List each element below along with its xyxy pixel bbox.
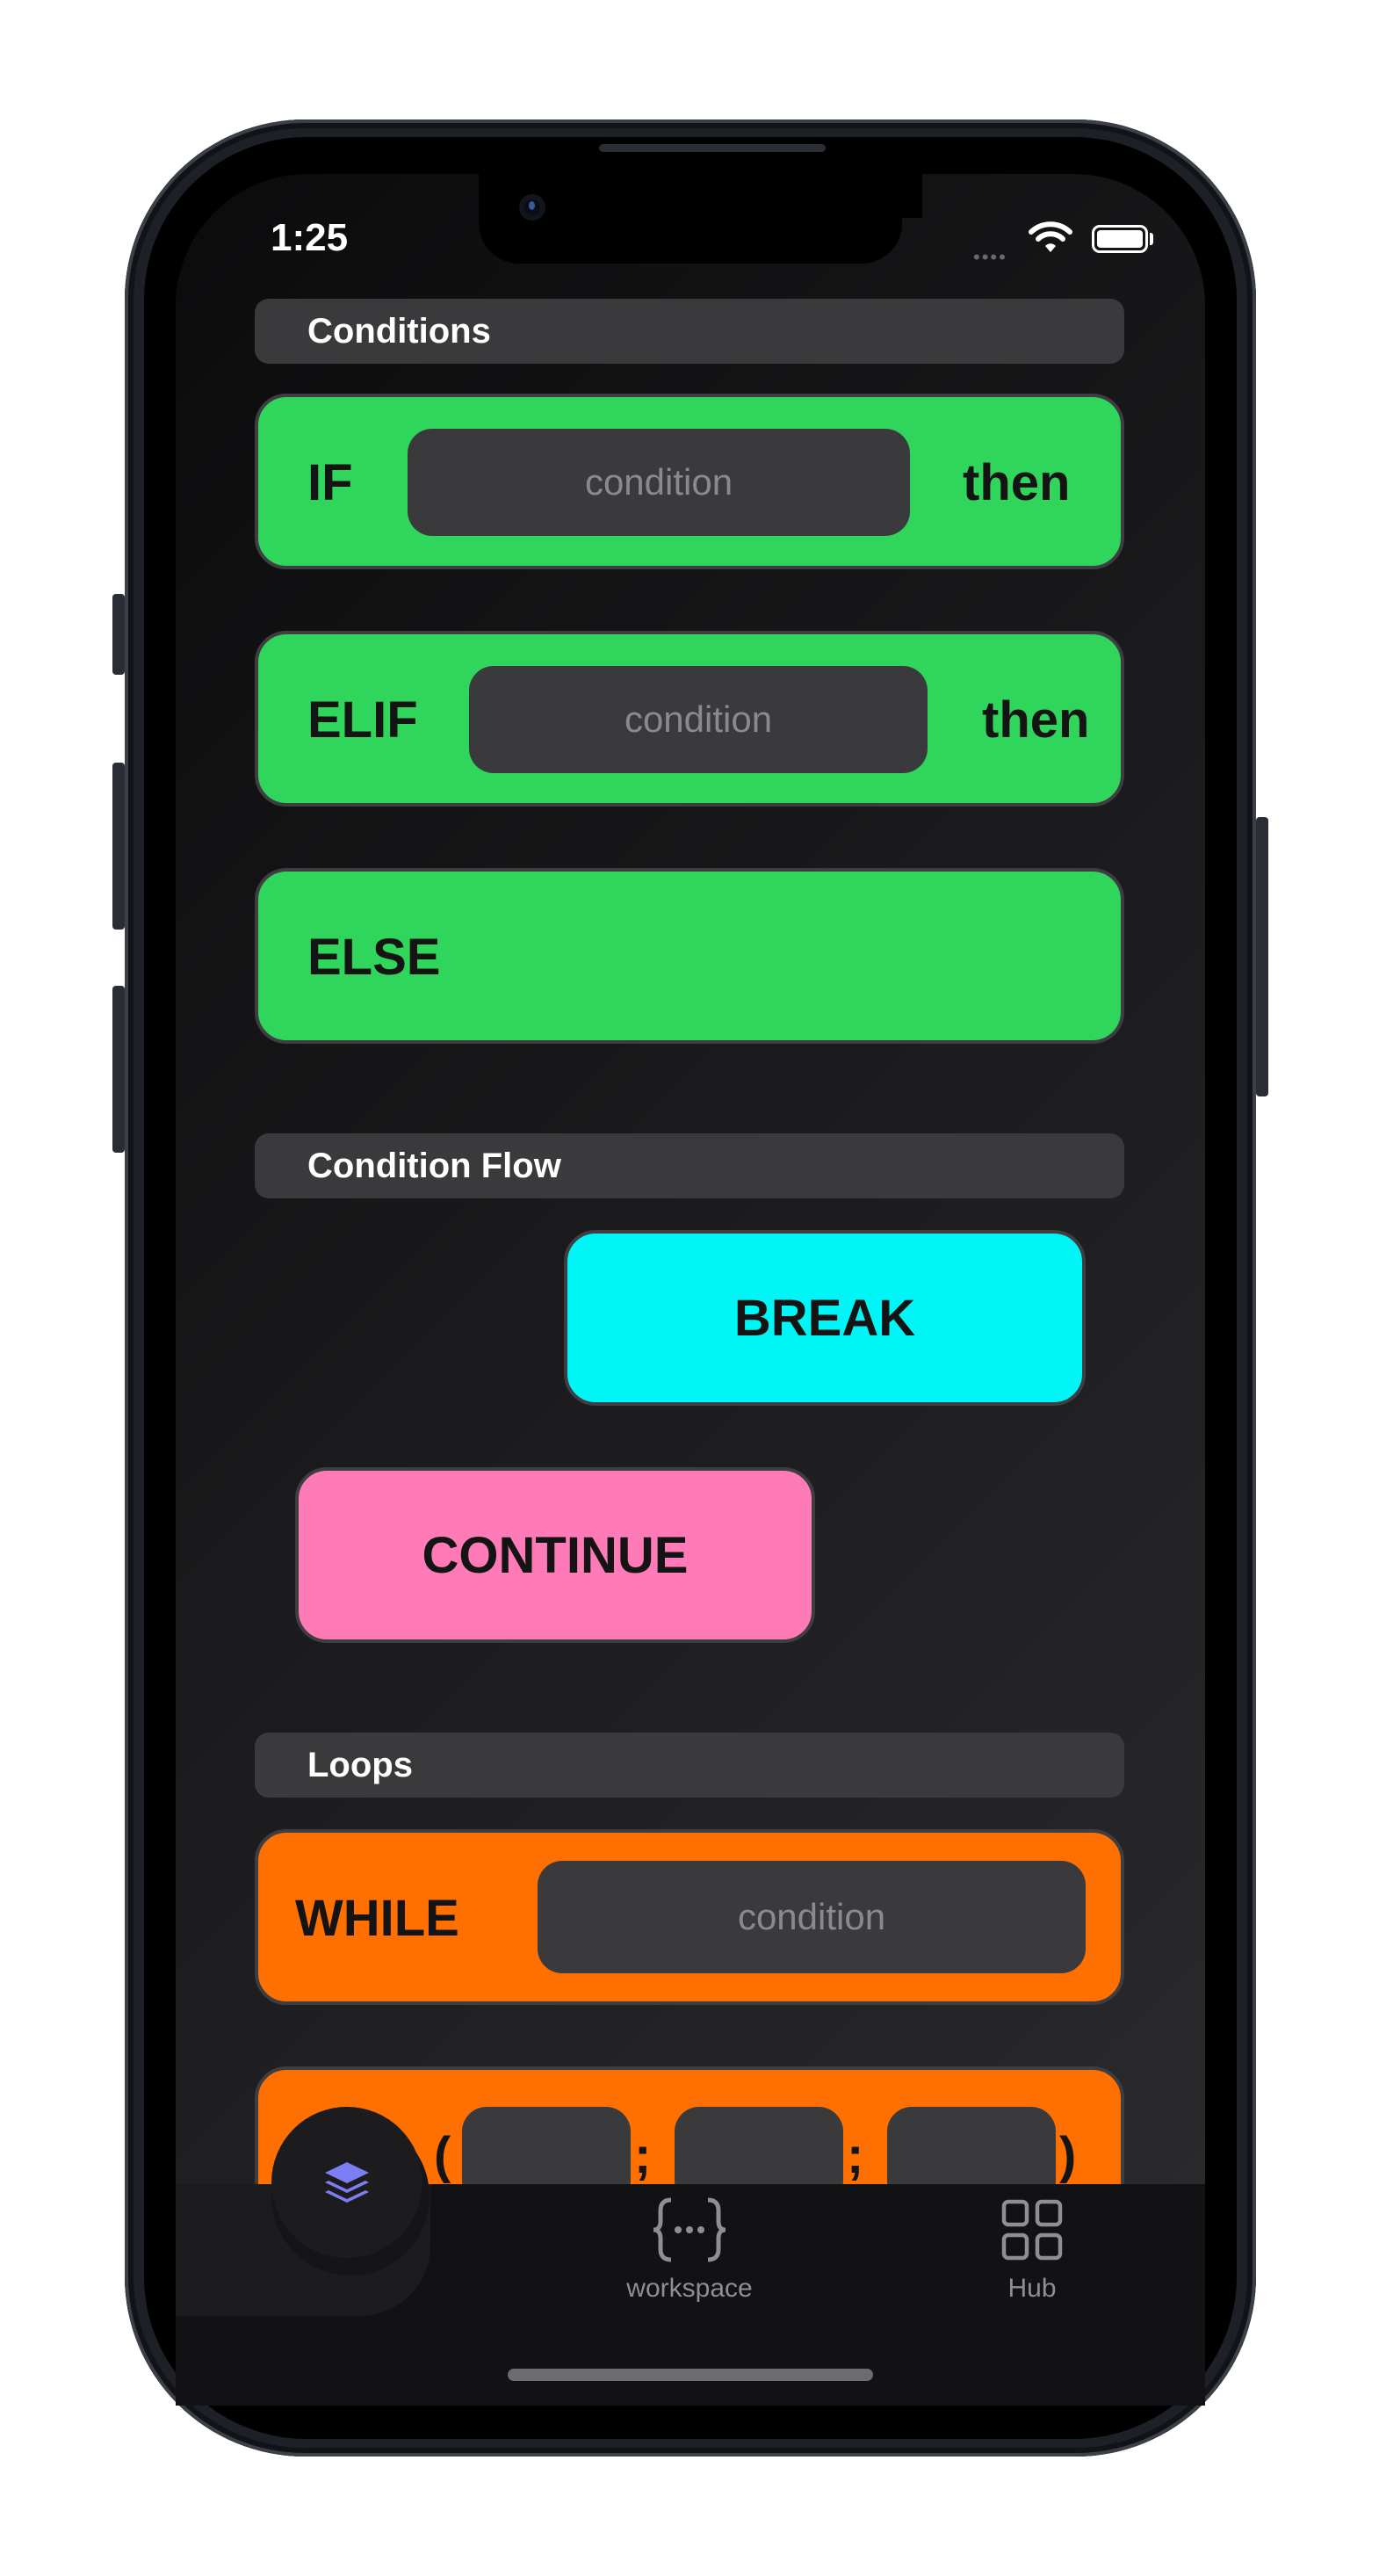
for-separator-1: ; bbox=[634, 2127, 652, 2184]
side-button-volume-down bbox=[112, 986, 125, 1153]
battery-tip bbox=[1150, 233, 1153, 245]
blocks-tab-button[interactable] bbox=[271, 2107, 422, 2258]
while-keyword: WHILE bbox=[295, 1890, 459, 1947]
section-header-condition-flow: Condition Flow bbox=[255, 1133, 1124, 1198]
side-button-volume-up bbox=[112, 763, 125, 930]
section-header-conditions: Conditions bbox=[255, 299, 1124, 364]
sensor-housing-edge bbox=[878, 174, 922, 218]
tab-hub[interactable]: Hub bbox=[975, 2196, 1089, 2304]
for-open-paren: ( bbox=[434, 2127, 451, 2184]
elif-then-label: then bbox=[982, 691, 1090, 749]
side-button-mute bbox=[112, 594, 125, 675]
else-keyword: ELSE bbox=[307, 929, 441, 986]
section-header-loops: Loops bbox=[255, 1733, 1124, 1798]
layers-icon bbox=[325, 2162, 369, 2203]
elif-keyword: ELIF bbox=[307, 691, 418, 749]
section-title: Loops bbox=[307, 1745, 413, 1784]
side-button-power bbox=[1256, 817, 1268, 1096]
speaker-grille bbox=[599, 144, 826, 152]
continue-block[interactable]: CONTINUE bbox=[295, 1467, 815, 1643]
break-keyword: BREAK bbox=[733, 1289, 916, 1347]
grid-icon bbox=[1001, 2199, 1063, 2261]
status-time: 1:25 bbox=[271, 216, 349, 259]
front-camera bbox=[519, 194, 545, 221]
tab-hub-label: Hub bbox=[1007, 2274, 1057, 2303]
for-separator-2: ; bbox=[847, 2127, 864, 2184]
for-close-paren: ) bbox=[1059, 2127, 1077, 2184]
tab-workspace-label: workspace bbox=[626, 2274, 753, 2303]
braces-icon bbox=[653, 2197, 726, 2262]
home-indicator[interactable] bbox=[508, 2369, 873, 2381]
tab-workspace[interactable]: workspace bbox=[615, 2196, 764, 2304]
if-then-label: then bbox=[963, 454, 1071, 511]
section-title: Conditions bbox=[307, 311, 491, 351]
continue-keyword: CONTINUE bbox=[422, 1526, 689, 1584]
cellular-signal-icon: •••• bbox=[973, 246, 1007, 268]
elif-condition-input[interactable]: condition bbox=[469, 666, 928, 773]
if-condition-input[interactable]: condition bbox=[408, 429, 910, 536]
sensor-housing bbox=[479, 172, 902, 264]
if-keyword: IF bbox=[307, 454, 353, 511]
section-title: Condition Flow bbox=[307, 1146, 561, 1185]
while-condition-input[interactable]: condition bbox=[538, 1861, 1086, 1973]
battery-icon bbox=[1092, 225, 1148, 253]
wifi-icon bbox=[1029, 221, 1072, 252]
break-block[interactable]: BREAK bbox=[564, 1230, 1086, 1406]
